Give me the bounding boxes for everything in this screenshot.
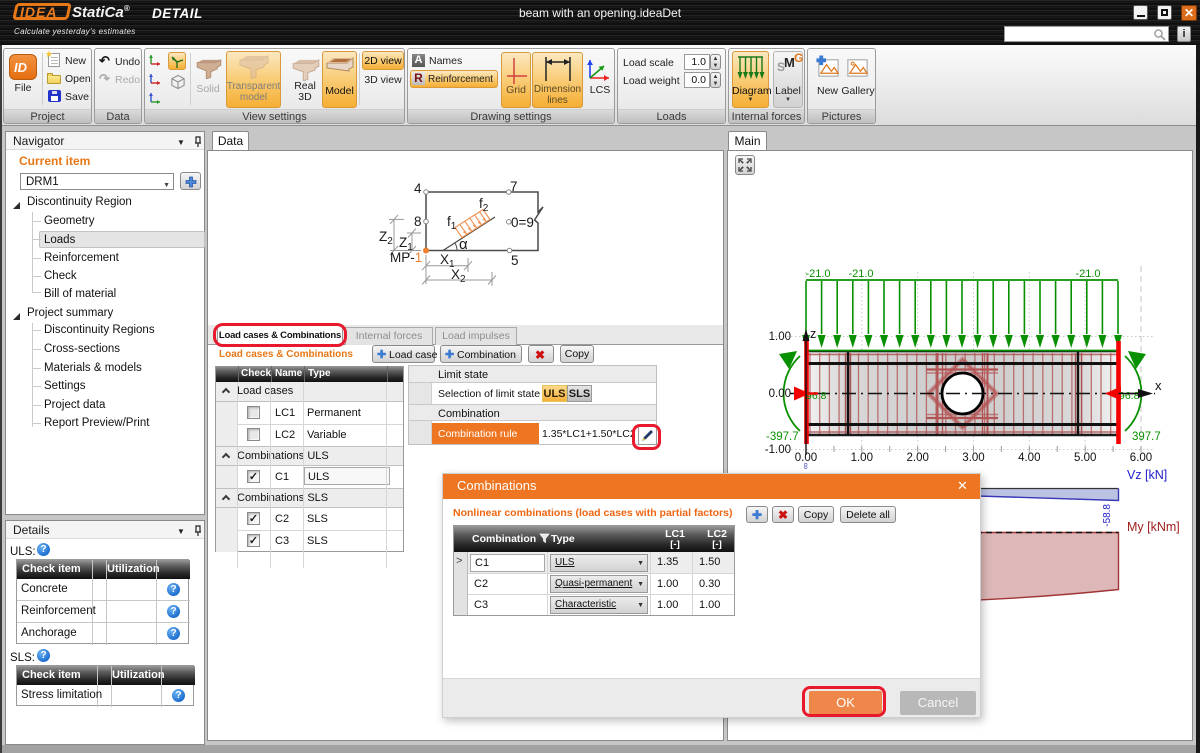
svg-text:∞: ∞ <box>801 463 811 469</box>
svg-text:-21.0: -21.0 <box>1075 268 1100 280</box>
svg-text:96.8: 96.8 <box>806 390 827 402</box>
svg-text:0=9: 0=9 <box>511 215 534 230</box>
svg-text:1.00: 1.00 <box>851 452 873 464</box>
svg-text:MP-1: MP-1 <box>390 250 422 265</box>
svg-text:5: 5 <box>511 253 519 268</box>
svg-text:3.00: 3.00 <box>962 452 984 464</box>
svg-text:4: 4 <box>414 181 422 196</box>
svg-text:-397.7: -397.7 <box>766 431 799 443</box>
svg-text:1.00: 1.00 <box>769 331 791 343</box>
svg-text:0.00: 0.00 <box>769 388 791 400</box>
svg-text:8: 8 <box>414 214 422 229</box>
svg-text:f1: f1 <box>447 214 457 232</box>
svg-text:Z2: Z2 <box>379 229 393 247</box>
svg-text:My [kNm]: My [kNm] <box>1127 520 1180 534</box>
svg-text:x: x <box>1155 378 1162 393</box>
svg-text:-21.0: -21.0 <box>805 268 830 280</box>
svg-text:96.8: 96.8 <box>1119 390 1140 402</box>
svg-text:α: α <box>459 236 468 253</box>
svg-text:2.00: 2.00 <box>907 452 929 464</box>
svg-text:-1.00: -1.00 <box>765 444 791 456</box>
svg-text:4.00: 4.00 <box>1018 452 1040 464</box>
svg-text:6.00: 6.00 <box>1130 452 1152 464</box>
svg-text:z: z <box>810 327 816 341</box>
svg-text:-21.0: -21.0 <box>848 268 873 280</box>
svg-text:-58.8: -58.8 <box>1102 504 1113 527</box>
svg-text:X2: X2 <box>451 267 466 285</box>
svg-text:5.00: 5.00 <box>1074 452 1096 464</box>
svg-text:Vz [kN]: Vz [kN] <box>1127 468 1167 482</box>
svg-text:397.7: 397.7 <box>1132 431 1161 443</box>
svg-text:7: 7 <box>510 179 518 194</box>
